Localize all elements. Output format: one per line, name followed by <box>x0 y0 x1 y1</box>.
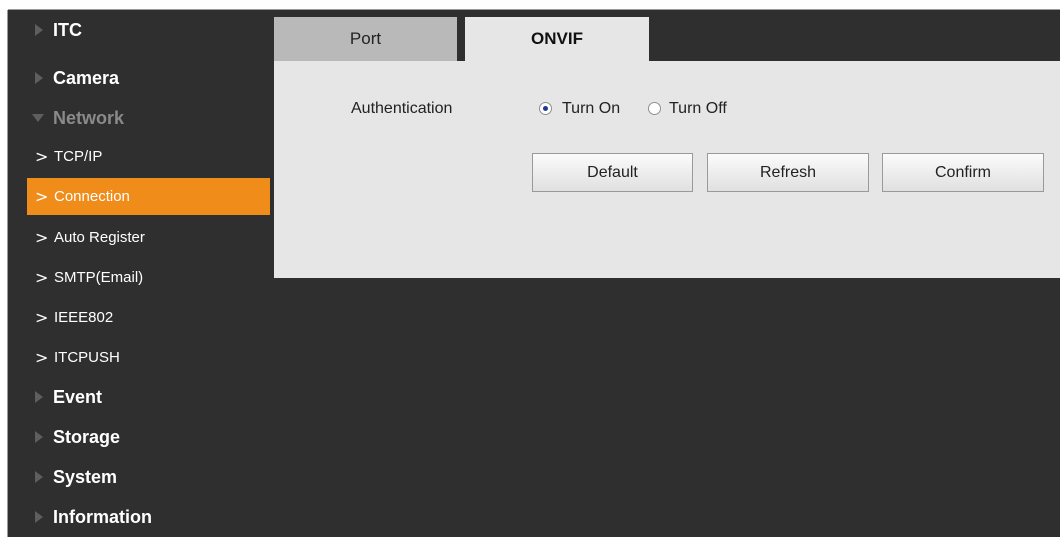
sidebar-subitem-tcpip[interactable]: > TCP/IP <box>27 138 270 175</box>
authentication-label: Authentication <box>351 100 453 117</box>
refresh-button[interactable]: Refresh <box>707 153 869 192</box>
chevron-right-icon: > <box>35 348 49 367</box>
sidebar-item-event[interactable]: Event <box>8 377 270 417</box>
triangle-right-icon <box>35 24 43 36</box>
sidebar-item-storage[interactable]: Storage <box>8 417 270 457</box>
chevron-right-icon: > <box>35 268 49 287</box>
content-panel: Port ONVIF Authentication Turn On Turn O… <box>274 17 1060 278</box>
sidebar-item-itc[interactable]: ITC <box>8 10 270 50</box>
sidebar-subitem-ieee802[interactable]: > IEEE802 <box>27 299 270 336</box>
triangle-right-icon <box>35 391 43 403</box>
triangle-right-icon <box>35 511 43 523</box>
triangle-right-icon <box>35 72 43 84</box>
sidebar-subitem-label: TCP/IP <box>54 148 103 165</box>
sidebar-subitem-label: ITCPUSH <box>54 349 120 366</box>
app-frame: ITC Camera Network > TCP/IP > Connection… <box>8 10 1060 537</box>
sidebar-subitem-label: SMTP(Email) <box>54 269 144 286</box>
sidebar-item-label: Storage <box>53 426 121 447</box>
sidebar-item-information[interactable]: Information <box>8 497 270 537</box>
tab-port[interactable]: Port <box>274 17 457 61</box>
turn-on-radio[interactable] <box>539 102 552 115</box>
sidebar-item-label: System <box>53 466 118 487</box>
confirm-button[interactable]: Confirm <box>882 153 1044 192</box>
chevron-right-icon: > <box>35 147 49 166</box>
sidebar-item-network[interactable]: Network <box>8 98 270 138</box>
sidebar-item-label: ITC <box>53 19 82 40</box>
default-button[interactable]: Default <box>532 153 693 192</box>
sidebar-item-label: Information <box>53 506 152 527</box>
sidebar-item-system[interactable]: System <box>8 457 270 497</box>
turn-on-label[interactable]: Turn On <box>562 100 620 118</box>
sidebar-subitem-itcpush[interactable]: > ITCPUSH <box>27 339 270 376</box>
sidebar-subitem-connection[interactable]: > Connection <box>27 178 270 215</box>
sidebar-subitem-label: Auto Register <box>54 229 145 246</box>
chevron-right-icon: > <box>35 187 49 206</box>
triangle-right-icon <box>35 431 43 443</box>
tab-onvif[interactable]: ONVIF <box>465 17 649 61</box>
sidebar-item-camera[interactable]: Camera <box>8 58 270 98</box>
sidebar-subitem-auto-register[interactable]: > Auto Register <box>27 219 270 256</box>
sidebar: ITC Camera Network > TCP/IP > Connection… <box>8 10 270 537</box>
sidebar-subitem-label: Connection <box>54 188 130 205</box>
sidebar-item-label: Camera <box>53 67 120 88</box>
triangle-right-icon <box>35 471 43 483</box>
sidebar-item-label: Event <box>53 386 103 407</box>
sidebar-subitem-smtp[interactable]: > SMTP(Email) <box>27 259 270 296</box>
chevron-right-icon: > <box>35 228 49 247</box>
tab-bar: Port ONVIF <box>274 17 1060 61</box>
sidebar-subitem-label: IEEE802 <box>54 309 114 326</box>
sidebar-item-label: Network <box>53 107 125 128</box>
turn-off-label[interactable]: Turn Off <box>669 100 727 118</box>
triangle-down-icon <box>32 114 44 122</box>
turn-off-radio[interactable] <box>648 102 661 115</box>
chevron-right-icon: > <box>35 308 49 327</box>
